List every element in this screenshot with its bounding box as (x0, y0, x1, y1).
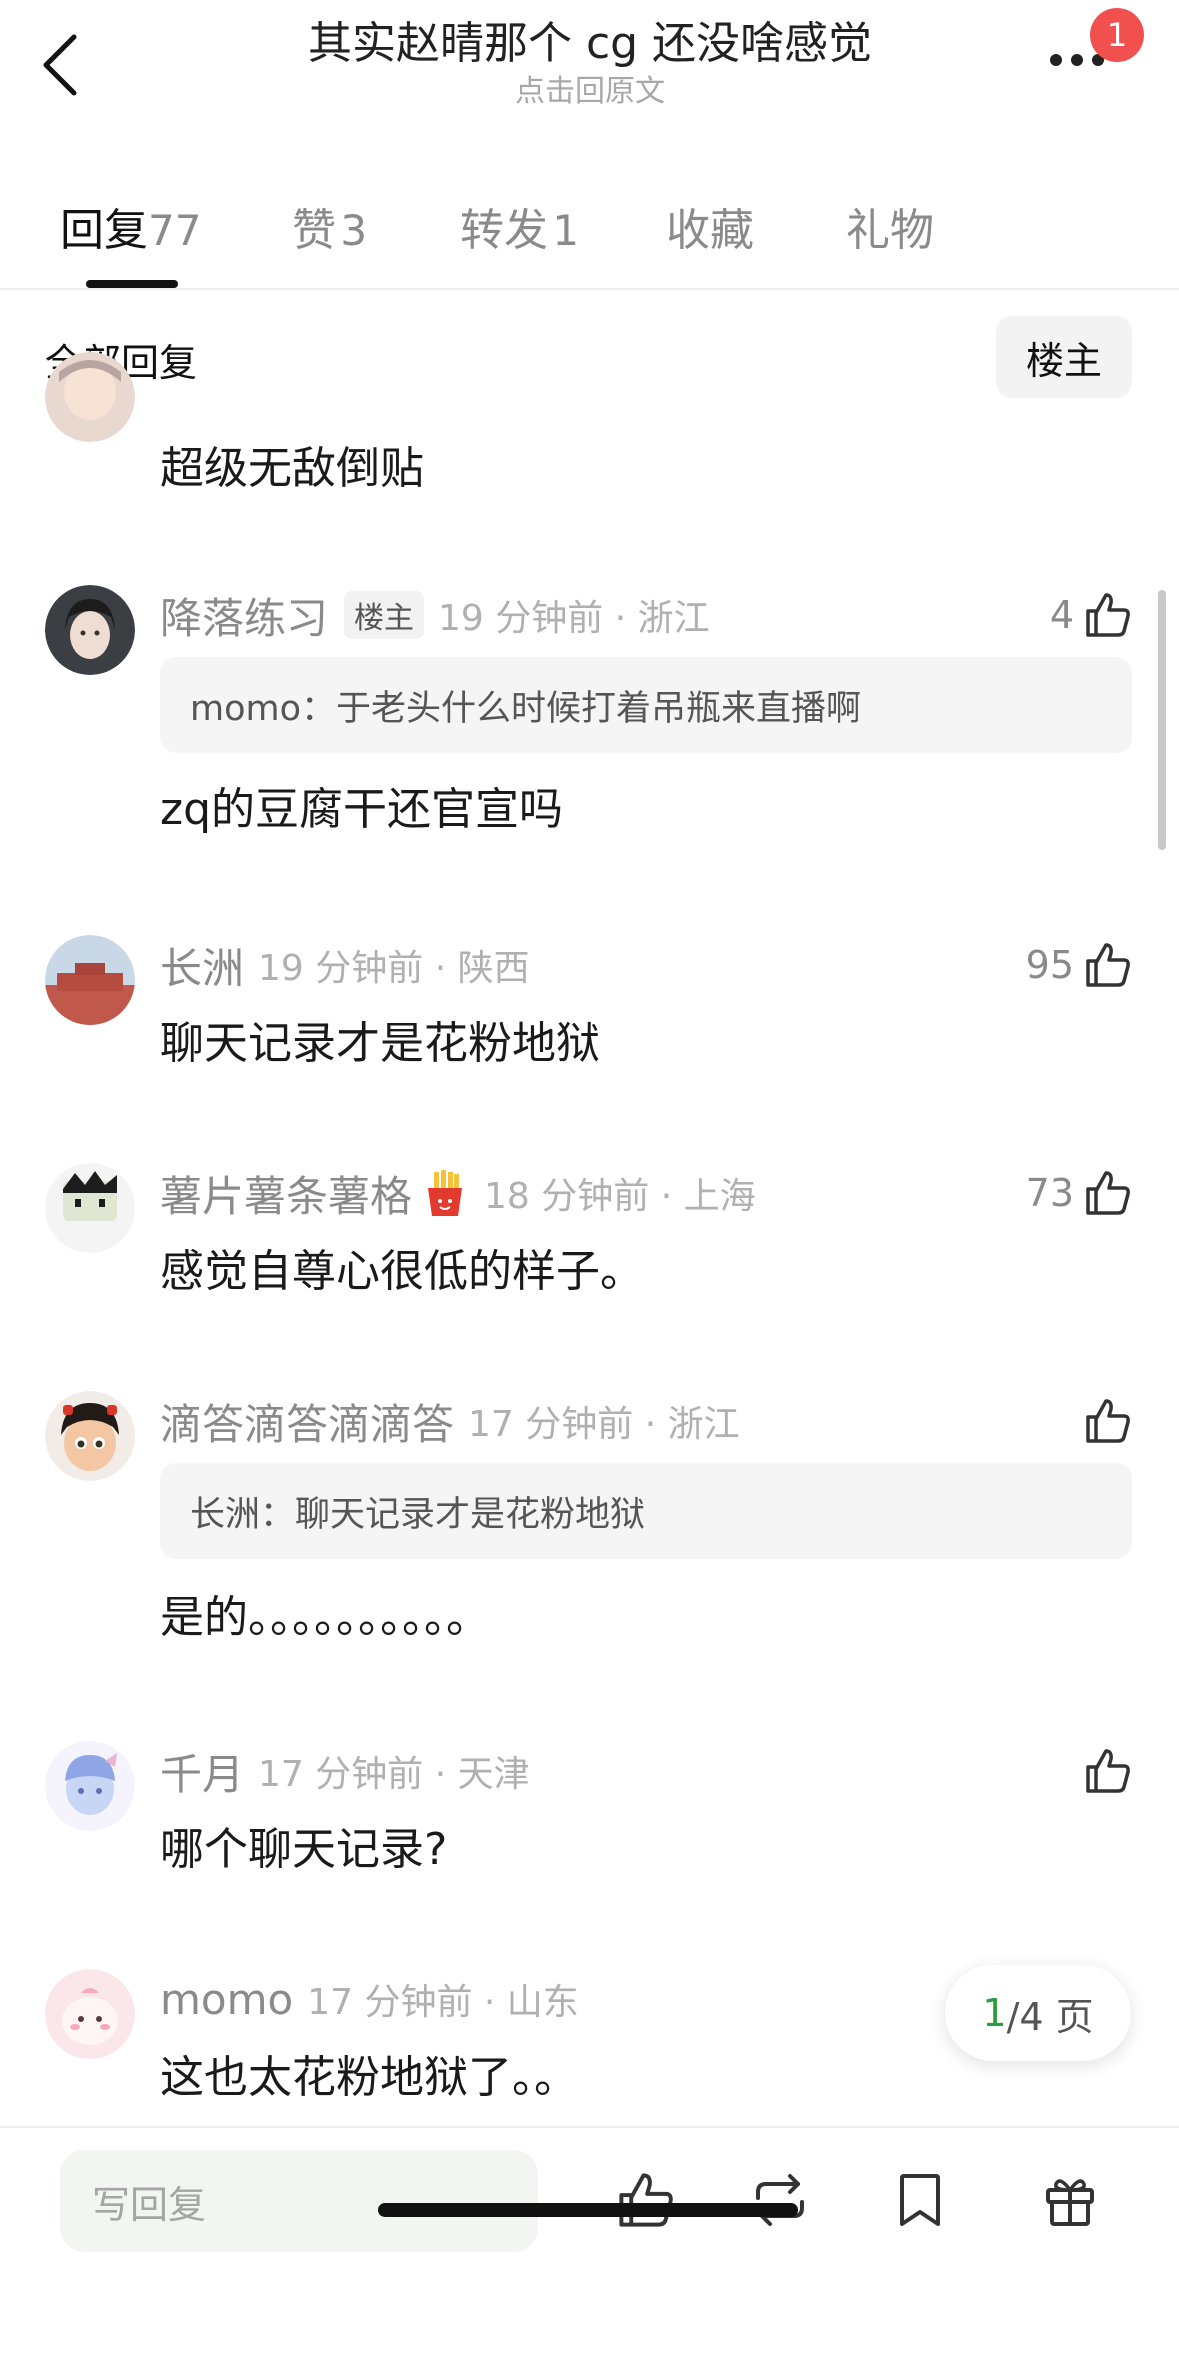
tab-likes[interactable]: 赞 3 (292, 194, 367, 258)
reply-input[interactable]: 写回复 (60, 2150, 538, 2252)
like-button[interactable] (1082, 1741, 1134, 1801)
comment-meta: 千月 17 分钟前 · 天津 (160, 1741, 530, 1801)
scrollbar[interactable] (1158, 590, 1166, 850)
page-title: 其实赵晴那个 cg 还没啥感觉 (307, 18, 873, 69)
comment-meta: 长洲 19 分钟前 · 陕西 (160, 935, 530, 995)
page-indicator-button[interactable]: 1/4 页 (945, 1965, 1131, 2061)
like-post-button[interactable] (606, 2160, 686, 2240)
comment-item[interactable]: 长洲 19 分钟前 · 陕西 95 聊天记录才是花粉地狱 (0, 935, 1179, 1069)
comment-text: 聊天记录才是花粉地狱 (160, 1018, 600, 1069)
thumbs-up-icon (1086, 593, 1130, 637)
top-nav-bar: 其实赵晴那个 cg 还没啥感觉 点击回原文 1 (0, 0, 1179, 140)
timestamp-location: 17 分钟前 · 浙江 (468, 1404, 740, 1445)
comment-meta: momo 17 分钟前 · 山东 (160, 1969, 579, 2029)
avatar[interactable] (45, 935, 135, 1025)
comment-text: 是的。。。。。。。。。。 (160, 1592, 490, 1643)
active-tab-indicator (86, 280, 178, 288)
like-button[interactable]: 95 (1026, 935, 1134, 995)
quoted-text: 长洲：聊天记录才是花粉地狱 (190, 1494, 646, 1535)
quoted-text: momo：于老头什么时候打着吊瓶来直播啊 (190, 688, 862, 729)
avatar[interactable] (45, 1163, 135, 1253)
post-title-link[interactable]: 其实赵晴那个 cg 还没啥感觉 点击回原文 (200, 16, 980, 112)
username[interactable]: 长洲 (160, 935, 244, 996)
tab-count: 1 (552, 206, 580, 255)
gift-icon (1046, 2179, 1094, 2226)
comment-text: zq的豆腐干还官宣吗 (160, 784, 564, 835)
tab-label: 赞 (292, 205, 336, 256)
username[interactable]: 薯片薯条薯格 (160, 1163, 412, 1224)
fries-emoji-icon (428, 1170, 463, 1216)
quoted-reply[interactable]: 长洲：聊天记录才是花粉地狱 (160, 1463, 1132, 1559)
like-count: 4 (1049, 593, 1074, 637)
owner-only-filter-button[interactable]: 楼主 (996, 316, 1132, 398)
tab-favorites[interactable]: 收藏 (666, 194, 754, 258)
current-page: 1 (982, 1991, 1007, 2035)
like-icon (619, 2173, 673, 2227)
owner-badge: 楼主 (344, 591, 425, 639)
tab-label: 礼物 (846, 205, 934, 256)
like-count: 95 (1025, 943, 1074, 987)
thumbs-up-icon (1086, 1749, 1130, 1793)
comment-text: 超级无敌倒贴 (160, 443, 424, 494)
avatar[interactable] (45, 1741, 135, 1831)
like-button[interactable]: 73 (1026, 1163, 1134, 1223)
comment-item[interactable]: 薯片薯条薯格 18 分钟前 · 上海 73 感觉自尊心很低的样子。 (0, 1163, 1179, 1297)
tab-count: 77 (148, 206, 202, 255)
back-button[interactable] (40, 30, 90, 100)
timestamp-location: 19 分钟前 · 陕西 (258, 948, 530, 989)
thumbs-up-icon (1086, 1399, 1130, 1443)
comment-text: 感觉自尊心很低的样子。 (160, 1246, 644, 1297)
gift-button[interactable] (1030, 2160, 1110, 2240)
repost-icon (756, 2174, 804, 2226)
bookmark-button[interactable] (880, 2160, 960, 2240)
comment-meta: 降落练习 楼主 19 分钟前 · 浙江 (160, 585, 710, 645)
avatar[interactable] (45, 1969, 135, 2059)
timestamp-location: 17 分钟前 · 天津 (258, 1754, 530, 1795)
like-count: 73 (1025, 1171, 1074, 1215)
bookmark-icon (900, 2174, 940, 2226)
tab-bar: 回复77 赞 3 转发 1 收藏 礼物 (0, 180, 1179, 290)
tab-label: 回复 (60, 205, 148, 256)
total-pages: /4 页 (1006, 1994, 1094, 2039)
username[interactable]: momo (160, 1975, 293, 2024)
reply-placeholder: 写回复 (92, 2182, 207, 2227)
notification-badge: 1 (1090, 8, 1144, 62)
repost-button[interactable] (740, 2160, 820, 2240)
comment-item[interactable]: 降落练习 楼主 19 分钟前 · 浙江 4 momo：于老头什么时候打着吊瓶来直… (0, 585, 1179, 845)
comment-meta: 薯片薯条薯格 18 分钟前 · 上海 (160, 1163, 756, 1223)
avatar[interactable] (45, 352, 135, 442)
tab-label: 收藏 (666, 205, 754, 256)
comment-text: 哪个聊天记录? (160, 1824, 448, 1875)
timestamp-location: 18 分钟前 · 上海 (484, 1176, 756, 1217)
comment-meta: 滴答滴答滴滴答 17 分钟前 · 浙江 (160, 1391, 740, 1451)
more-dot-icon (1071, 54, 1083, 66)
more-dot-icon (1050, 54, 1062, 66)
avatar[interactable] (45, 1391, 135, 1481)
comment-text: 这也太花粉地狱了。。 (160, 2052, 578, 2103)
thumbs-up-icon (1086, 1171, 1130, 1215)
back-to-original-link[interactable]: 点击回原文 (200, 72, 980, 112)
tab-count: 3 (340, 206, 368, 255)
tab-replies[interactable]: 回复77 (60, 194, 201, 258)
chevron-left-icon (43, 34, 77, 96)
timestamp-location: 17 分钟前 · 山东 (307, 1982, 579, 2023)
username[interactable]: 滴答滴答滴滴答 (160, 1391, 454, 1452)
comment-item[interactable]: 滴答滴答滴滴答 17 分钟前 · 浙江 长洲：聊天记录才是花粉地狱 是的。。。。… (0, 1391, 1179, 1651)
quoted-reply[interactable]: momo：于老头什么时候打着吊瓶来直播啊 (160, 657, 1132, 753)
tab-label: 转发 (460, 205, 548, 256)
like-button[interactable]: 4 (1050, 585, 1134, 645)
tab-gifts[interactable]: 礼物 (846, 194, 934, 258)
home-indicator[interactable] (378, 2203, 798, 2217)
timestamp-location: 19 分钟前 · 浙江 (438, 598, 710, 639)
comment-item[interactable]: 超级无敌倒贴 (0, 352, 1179, 512)
username[interactable]: 降落练习 (160, 585, 328, 646)
replies-header: 全部回复 楼主 (0, 312, 1179, 402)
thumbs-up-icon (1086, 943, 1130, 987)
tab-reposts[interactable]: 转发 1 (460, 194, 579, 258)
bottom-action-bar: 写回复 (0, 2126, 1179, 2379)
like-button[interactable] (1082, 1391, 1134, 1451)
comment-item[interactable]: 千月 17 分钟前 · 天津 哪个聊天记录? (0, 1741, 1179, 1875)
avatar[interactable] (45, 585, 135, 675)
username[interactable]: 千月 (160, 1741, 244, 1802)
